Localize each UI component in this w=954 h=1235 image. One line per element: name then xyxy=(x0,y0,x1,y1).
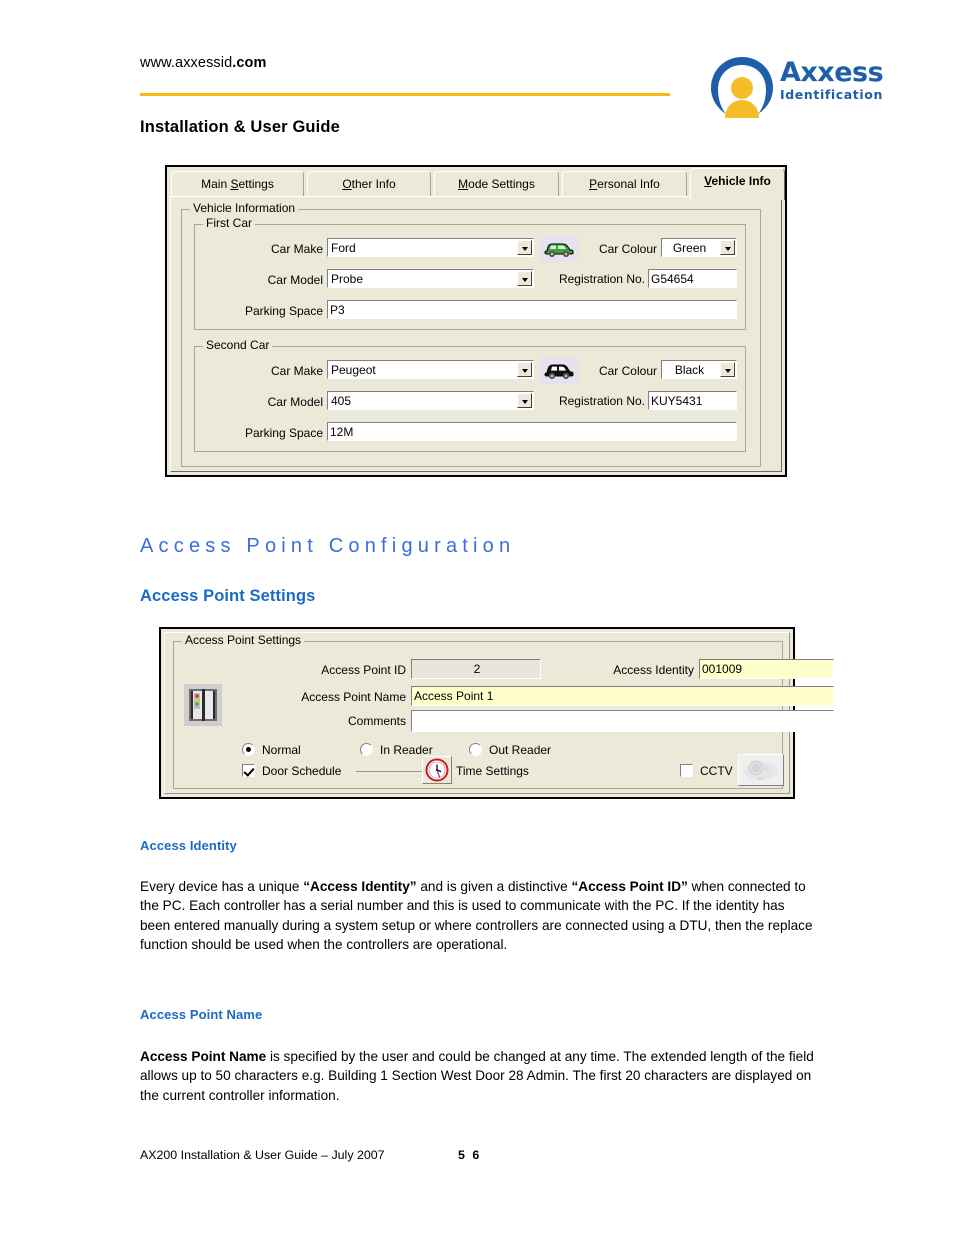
section-subheading-access-point-settings: Access Point Settings xyxy=(140,587,316,605)
footer-document-label: AX200 Installation & User Guide – July 2… xyxy=(140,1148,385,1162)
subheading-access-point-name: Access Point Name xyxy=(140,1007,263,1022)
second-car-registration-label: Registration No. xyxy=(558,394,645,408)
chevron-down-icon[interactable] xyxy=(517,362,532,377)
axxess-logo-mark-icon xyxy=(706,52,778,124)
radio-normal-label: Normal xyxy=(262,743,301,757)
tab-other-info[interactable]: Other Info xyxy=(307,171,431,197)
second-car-group-title: Second Car xyxy=(203,339,273,351)
first-car-make-label: Car Make xyxy=(270,242,323,256)
section-heading-access-point-configuration: Access Point Configuration xyxy=(140,535,516,557)
first-car-colour-value: Green xyxy=(672,241,707,255)
second-car-model-value: 405 xyxy=(331,394,352,408)
checkbox-cctv[interactable] xyxy=(680,764,693,777)
radio-in-reader[interactable] xyxy=(360,743,373,756)
comments-input[interactable] xyxy=(411,710,834,732)
comments-label: Comments xyxy=(347,714,406,728)
tab-strip: Main Settings Other Info Mode Settings P… xyxy=(167,167,785,200)
car-icon xyxy=(544,364,574,380)
chevron-down-icon[interactable] xyxy=(517,271,532,286)
first-car-make-value: Ford xyxy=(331,241,356,255)
car-icon xyxy=(544,243,574,258)
access-point-name-input[interactable]: Access Point 1 xyxy=(411,686,834,706)
page-title: Installation & User Guide xyxy=(140,118,340,136)
logo-wordmark: Axxess xyxy=(780,57,884,88)
header-rule xyxy=(140,93,670,96)
first-car-group: First Car Car Make Ford Car Colour Green… xyxy=(194,217,746,330)
vehicle-information-group-title: Vehicle Information xyxy=(190,202,299,214)
tab-mode-settings[interactable]: Mode Settings xyxy=(434,171,559,197)
cctv-camera-button[interactable] xyxy=(738,754,784,786)
chevron-down-icon[interactable] xyxy=(720,240,735,255)
logo-tagline: Identification xyxy=(780,87,883,102)
first-car-registration-label: Registration No. xyxy=(558,272,645,286)
access-identity-label: Access Identity xyxy=(613,663,694,677)
access-point-dialog-inner: Access Point Settings Access Point ID 2 xyxy=(164,632,834,794)
second-car-icon-tile xyxy=(540,358,578,384)
checkbox-door-schedule[interactable] xyxy=(242,764,255,777)
schedule-connector-line xyxy=(356,771,422,772)
first-car-colour-combo[interactable]: Green xyxy=(661,238,737,257)
axxess-logo: Axxess Identification xyxy=(706,50,902,126)
clock-icon xyxy=(425,758,449,782)
vehicle-info-dialog: Main Settings Other Info Mode Settings P… xyxy=(165,165,787,477)
first-car-registration-input[interactable]: G54654 xyxy=(648,269,737,288)
door-controller-icon xyxy=(184,684,222,726)
chevron-down-icon[interactable] xyxy=(720,362,735,377)
tab-personal-info[interactable]: Personal Info xyxy=(562,171,687,197)
second-car-colour-value: Black xyxy=(674,363,705,377)
radio-out-reader[interactable] xyxy=(469,743,482,756)
tab-main-settings[interactable]: Main Settings xyxy=(171,171,304,197)
first-car-group-title: First Car xyxy=(203,217,255,229)
access-point-settings-group-title: Access Point Settings xyxy=(182,634,305,646)
radio-normal[interactable] xyxy=(242,743,255,756)
first-car-parking-label: Parking Space xyxy=(244,304,323,318)
first-car-parking-input[interactable]: P3 xyxy=(327,300,737,319)
footer-page-number: 5 6 xyxy=(458,1148,482,1162)
camera-icon xyxy=(744,760,778,780)
second-car-make-value: Peugeot xyxy=(331,363,376,377)
second-car-make-label: Car Make xyxy=(270,364,323,378)
access-point-settings-group: Access Point Settings Access Point ID 2 xyxy=(173,634,834,789)
radio-out-reader-label: Out Reader xyxy=(489,743,552,757)
second-car-group: Second Car Car Make Peugeot Car Colour B… xyxy=(194,339,746,452)
second-car-parking-input[interactable]: 12M xyxy=(327,422,737,441)
paragraph-access-point-name: Access Point Name is specified by the us… xyxy=(140,1049,814,1103)
access-identity-input[interactable]: 001009 xyxy=(699,659,834,679)
access-point-id-input: 2 xyxy=(411,659,541,679)
access-point-settings-dialog: Access Point Settings Access Point ID 2 xyxy=(159,627,834,799)
paragraph-access-identity: Every device has a unique “Access Identi… xyxy=(140,879,813,953)
time-settings-label: Time Settings xyxy=(456,764,529,778)
subheading-access-identity: Access Identity xyxy=(140,838,237,853)
first-car-model-value: Probe xyxy=(331,272,364,286)
vehicle-information-group: Vehicle Information First Car Car Make F… xyxy=(181,202,761,467)
first-car-model-label: Car Model xyxy=(267,273,323,287)
checkbox-door-schedule-label: Door Schedule xyxy=(262,764,342,778)
access-point-name-label: Access Point Name xyxy=(301,690,406,704)
second-car-colour-combo[interactable]: Black xyxy=(661,360,737,379)
second-car-model-label: Car Model xyxy=(267,395,323,409)
second-car-parking-label: Parking Space xyxy=(244,426,323,440)
second-car-colour-label: Car Colour xyxy=(598,364,657,378)
first-car-make-combo[interactable]: Ford xyxy=(327,238,534,257)
second-car-registration-input[interactable]: KUY5431 xyxy=(648,391,737,410)
second-car-model-combo[interactable]: 405 xyxy=(327,391,534,410)
first-car-colour-label: Car Colour xyxy=(598,242,657,256)
first-car-icon-tile xyxy=(540,236,578,262)
checkbox-cctv-label: CCTV xyxy=(700,764,733,778)
time-settings-button[interactable] xyxy=(422,756,452,784)
first-car-model-combo[interactable]: Probe xyxy=(327,269,534,288)
chevron-down-icon[interactable] xyxy=(517,393,532,408)
axxess-logo-text: Axxess Identification xyxy=(780,58,902,102)
tab-vehicle-info[interactable]: Vehicle Info xyxy=(690,168,785,200)
chevron-down-icon[interactable] xyxy=(517,240,532,255)
tab-content-vehicle-info: Vehicle Information First Car Car Make F… xyxy=(170,196,782,472)
second-car-make-combo[interactable]: Peugeot xyxy=(327,360,534,379)
access-point-id-label: Access Point ID xyxy=(321,663,406,677)
